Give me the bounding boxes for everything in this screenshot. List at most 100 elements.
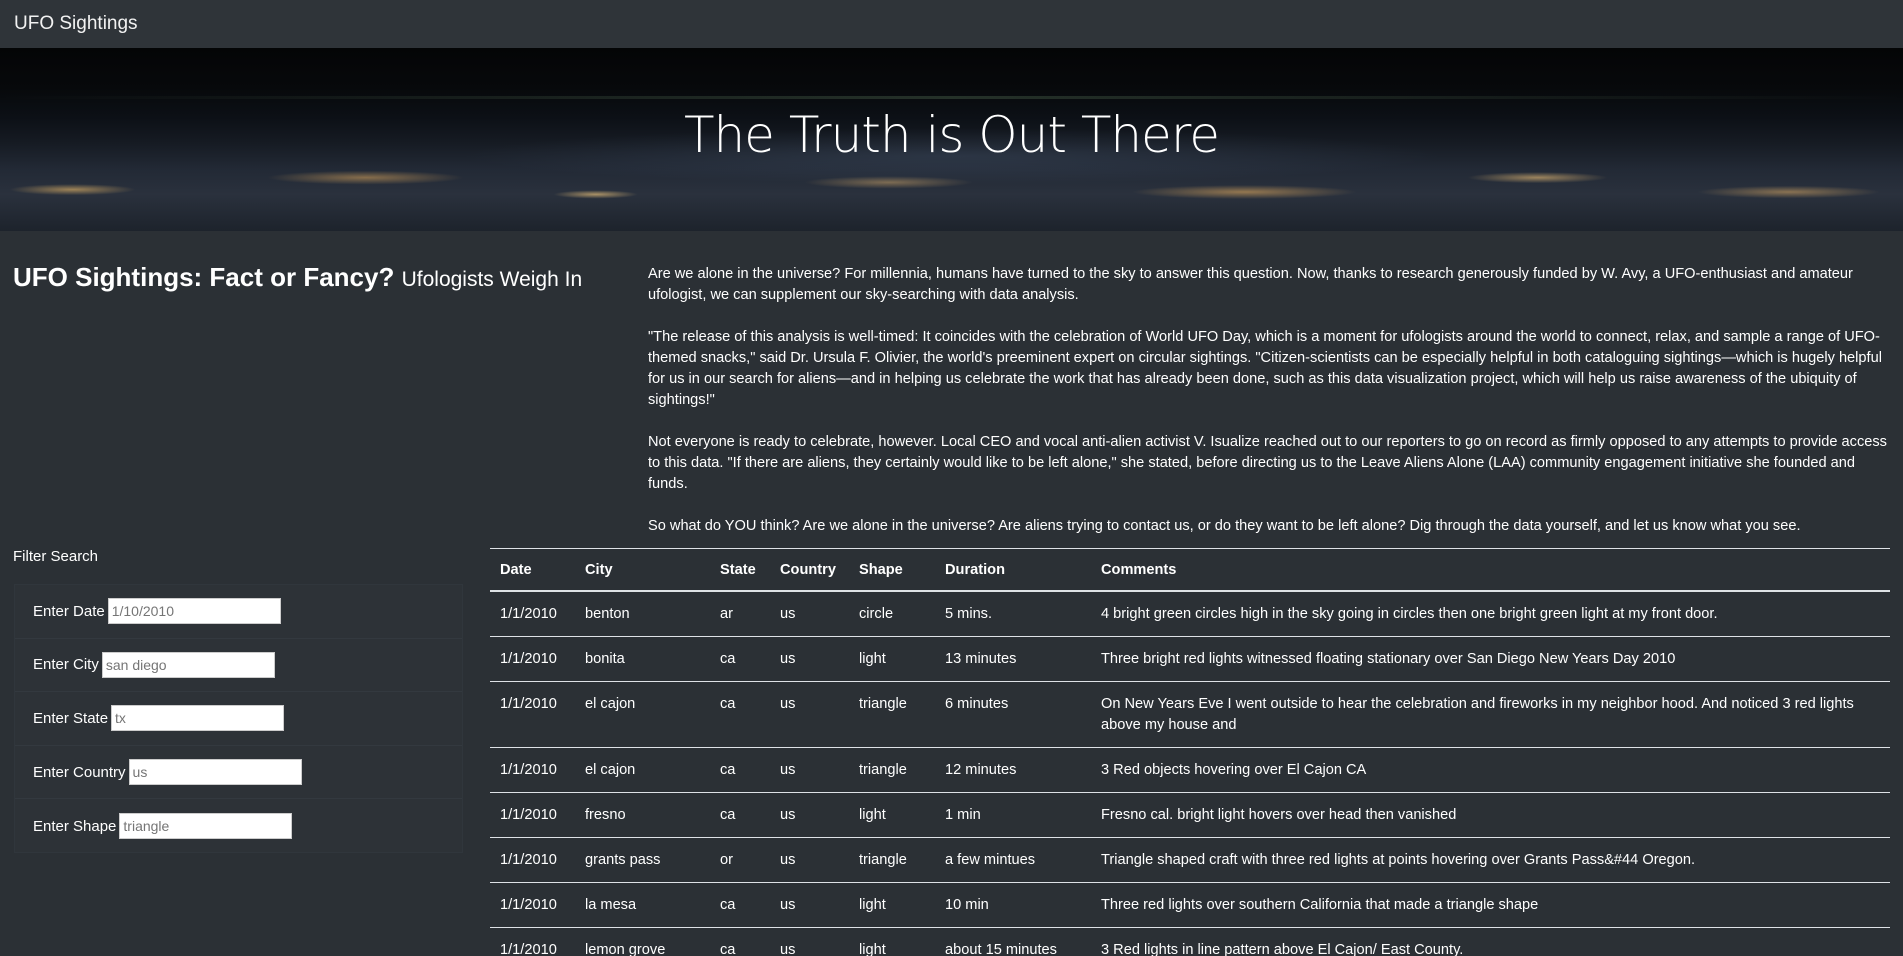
city-filter-input[interactable] <box>101 651 275 678</box>
state-filter-label: Enter State <box>33 709 109 727</box>
cell-state: ca <box>710 927 770 956</box>
cell-comments: On New Years Eve I went outside to hear … <box>1091 681 1890 748</box>
table-row: 1/1/2010 el cajon ca us triangle 12 minu… <box>490 747 1890 793</box>
cell-comments: Triangle shaped craft with three red lig… <box>1091 837 1890 883</box>
sightings-table: Date City State Country Shape Duration C… <box>490 548 1890 956</box>
cell-state: ar <box>710 591 770 637</box>
article-body: Are we alone in the universe? For millen… <box>648 264 1888 558</box>
headline-sub: Ufologists Weigh In <box>401 268 583 291</box>
filter-search-title: Filter Search <box>13 548 99 565</box>
cell-duration: 13 minutes <box>935 636 1091 682</box>
cell-shape: light <box>849 792 935 838</box>
cell-comments: 3 Red lights in line pattern above El Ca… <box>1091 927 1890 956</box>
article-paragraph: "The release of this analysis is well-ti… <box>648 329 1882 408</box>
navbar: UFO Sightings <box>0 0 1903 48</box>
hero-banner: The Truth is Out There <box>0 48 1903 231</box>
column-header-comments: Comments <box>1091 548 1890 592</box>
filter-panel: Enter Date Enter City Enter State Enter … <box>14 584 463 853</box>
cell-duration: 6 minutes <box>935 681 1091 748</box>
state-filter-input[interactable] <box>111 705 285 732</box>
article-paragraph: So what do YOU think? Are we alone in th… <box>648 518 1801 534</box>
country-filter-label: Enter Country <box>33 763 126 781</box>
cell-date: 1/1/2010 <box>490 837 575 883</box>
article-paragraph: Are we alone in the universe? For millen… <box>648 266 1853 303</box>
table-row: 1/1/2010 fresno ca us light 1 min Fresno… <box>490 792 1890 838</box>
table-row: 1/1/2010 lemon grove ca us light about 1… <box>490 927 1890 956</box>
cell-country: us <box>770 636 849 682</box>
cell-date: 1/1/2010 <box>490 636 575 682</box>
cell-duration: 5 mins. <box>935 591 1091 637</box>
hero-title: The Truth is Out There <box>683 106 1220 164</box>
cell-country: us <box>770 927 849 956</box>
city-filter-label: Enter City <box>33 656 99 674</box>
cell-comments: 4 bright green circles high in the sky g… <box>1091 591 1890 637</box>
filter-row-date: Enter Date <box>15 585 462 639</box>
cell-comments: Fresno cal. bright light hovers over hea… <box>1091 792 1890 838</box>
hero-earth-horizon <box>0 96 1903 99</box>
cell-comments: 3 Red objects hovering over El Cajon CA <box>1091 747 1890 793</box>
navbar-brand[interactable]: UFO Sightings <box>14 13 138 35</box>
cell-comments: Three bright red lights witnessed floati… <box>1091 636 1890 682</box>
cell-city: bonita <box>575 636 710 682</box>
cell-country: us <box>770 747 849 793</box>
filter-row-shape: Enter Shape <box>15 799 462 853</box>
shape-filter-label: Enter Shape <box>33 817 117 835</box>
headline-main: UFO Sightings: Fact or Fancy? <box>13 262 395 292</box>
cell-shape: circle <box>849 591 935 637</box>
cell-duration: 12 minutes <box>935 747 1091 793</box>
table-row: 1/1/2010 bonita ca us light 13 minutes T… <box>490 636 1890 682</box>
cell-state: or <box>710 837 770 883</box>
cell-city: benton <box>575 591 710 637</box>
date-filter-input[interactable] <box>107 598 281 625</box>
column-header-state: State <box>710 548 770 592</box>
cell-city: lemon grove <box>575 927 710 956</box>
date-filter-label: Enter Date <box>33 602 105 620</box>
filter-row-country: Enter Country <box>15 746 462 800</box>
cell-date: 1/1/2010 <box>490 591 575 637</box>
filter-row-state: Enter State <box>15 692 462 746</box>
cell-state: ca <box>710 882 770 928</box>
cell-city: la mesa <box>575 882 710 928</box>
cell-city: fresno <box>575 792 710 838</box>
cell-state: ca <box>710 636 770 682</box>
cell-city: grants pass <box>575 837 710 883</box>
cell-country: us <box>770 882 849 928</box>
article-paragraph: Not everyone is ready to celebrate, howe… <box>648 434 1887 492</box>
cell-shape: light <box>849 927 935 956</box>
cell-shape: light <box>849 882 935 928</box>
column-header-date: Date <box>490 548 575 592</box>
table-header-row: Date City State Country Shape Duration C… <box>490 548 1890 592</box>
cell-state: ca <box>710 747 770 793</box>
cell-country: us <box>770 792 849 838</box>
article-headline: UFO Sightings: Fact or Fancy? Ufologists… <box>13 262 582 293</box>
cell-comments: Three red lights over southern Californi… <box>1091 882 1890 928</box>
cell-country: us <box>770 591 849 637</box>
cell-shape: triangle <box>849 681 935 748</box>
country-filter-input[interactable] <box>128 759 302 786</box>
cell-country: us <box>770 681 849 748</box>
sightings-table-container: Date City State Country Shape Duration C… <box>490 548 1890 956</box>
cell-shape: triangle <box>849 837 935 883</box>
column-header-country: Country <box>770 548 849 592</box>
cell-duration: a few mintues <box>935 837 1091 883</box>
cell-shape: triangle <box>849 747 935 793</box>
table-row: 1/1/2010 el cajon ca us triangle 6 minut… <box>490 681 1890 748</box>
table-row: 1/1/2010 grants pass or us triangle a fe… <box>490 837 1890 883</box>
cell-date: 1/1/2010 <box>490 681 575 748</box>
cell-date: 1/1/2010 <box>490 792 575 838</box>
cell-city: el cajon <box>575 681 710 748</box>
table-row: 1/1/2010 benton ar us circle 5 mins. 4 b… <box>490 591 1890 637</box>
cell-shape: light <box>849 636 935 682</box>
filter-row-city: Enter City <box>15 639 462 693</box>
cell-duration: about 15 minutes <box>935 927 1091 956</box>
column-header-city: City <box>575 548 710 592</box>
cell-duration: 10 min <box>935 882 1091 928</box>
table-row: 1/1/2010 la mesa ca us light 10 min Thre… <box>490 882 1890 928</box>
cell-state: ca <box>710 681 770 748</box>
cell-country: us <box>770 837 849 883</box>
cell-state: ca <box>710 792 770 838</box>
shape-filter-input[interactable] <box>119 813 293 840</box>
cell-city: el cajon <box>575 747 710 793</box>
column-header-duration: Duration <box>935 548 1091 592</box>
column-header-shape: Shape <box>849 548 935 592</box>
